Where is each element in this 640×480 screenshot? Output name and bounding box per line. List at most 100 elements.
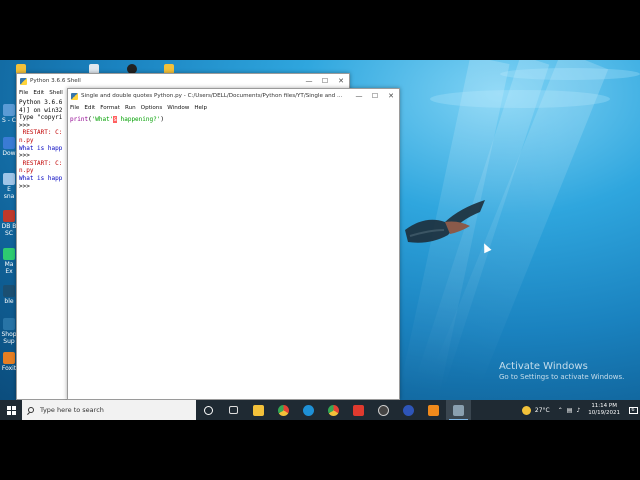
notification-button[interactable]: 6 [626,400,640,420]
notification-count: 6 [631,406,635,413]
desktop-icon-label: Ma Ex [4,261,14,275]
desktop-icon-label: Dow [2,150,16,157]
clock-time: 11:14 PM [591,403,617,409]
app-icon [428,404,439,416]
close-button[interactable]: ✕ [383,89,399,103]
desktop-icon-label: Shop Sup [1,331,17,345]
water-surface [500,68,640,80]
foxit-icon [3,352,15,364]
menu-run[interactable]: Run [125,105,136,111]
menu-edit[interactable]: Edit [84,105,95,111]
weather-temp: 27°C [534,406,550,414]
activation-subtitle: Go to Settings to activate Windows. [499,373,625,381]
sun-icon [521,405,531,415]
shell-titlebar[interactable]: Python 3.6.6 Shell — ☐ ✕ [17,74,349,88]
desktop-icon[interactable]: DB B SC [1,210,17,237]
taskbar-app-obs[interactable] [371,400,396,420]
minimize-button[interactable]: — [301,74,317,88]
minimize-button[interactable]: — [351,89,367,103]
network-icon[interactable]: ▤ [567,407,573,414]
obs-icon [378,404,389,416]
swimmer-image [405,200,485,243]
desktop-icon[interactable]: Shop Sup [1,318,17,345]
search-placeholder: Type here to search [40,406,104,414]
shop-icon [3,318,15,330]
weather-widget[interactable]: 27°C [521,405,550,415]
menu-window[interactable]: Window [167,105,189,111]
editor-title: Single and double quotes Python.py - C:/… [81,93,343,99]
edge-icon [303,404,314,416]
snip-icon [3,173,15,185]
system-tray: 27°C ⌃ ▤ ♪ 11:14 PM 10/19/2021 6 [521,400,640,420]
volume-icon[interactable]: ♪ [576,407,580,414]
excel-icon [3,248,15,260]
editor-titlebar[interactable]: Single and double quotes Python.py - C:/… [68,89,399,103]
app-icon [3,285,15,297]
taskbar-app-idle[interactable] [446,400,471,420]
taskbar-app-edge[interactable] [296,400,321,420]
desktop-icon-label: E sna [3,186,15,200]
maximize-button[interactable]: ☐ [367,89,383,103]
idle-editor-window[interactable]: Single and double quotes Python.py - C:/… [67,88,400,400]
cortana-icon [204,405,213,415]
notification-icon: 6 [628,406,638,414]
desktop-icon[interactable]: Ma Ex [1,248,17,275]
task-view-button[interactable] [196,400,221,420]
code-editor[interactable]: print('What's happening?') [68,113,399,127]
taskbar-app-jf[interactable] [346,400,371,420]
taskbar-search[interactable]: Type here to search [22,400,196,420]
desktop-icon[interactable]: Foxit [1,352,17,372]
python-icon [71,92,78,100]
menu-options[interactable]: Options [141,105,163,111]
desktop-icon-label: DB B SC [1,223,17,237]
code-string: 'What' [91,116,114,123]
task-view-icon [229,406,238,414]
windows-logo-icon [6,405,16,415]
start-button[interactable] [0,400,22,420]
chrome-icon [278,404,289,416]
close-button[interactable]: ✕ [333,74,349,88]
taskbar: Type here to search 27°C ⌃ ▤ ♪ 11:14 PM … [0,400,640,420]
desktop-icon[interactable]: E sna [1,173,17,200]
editor-menubar: File Edit Format Run Options Window Help [68,103,399,113]
db-icon [3,210,15,222]
taskbar-app-vpn[interactable] [396,400,421,420]
idle-icon [453,404,464,416]
desktop-icon-label: S - C [2,117,16,124]
file-explorer-icon [253,404,264,416]
python-icon [20,77,27,85]
menu-file[interactable]: File [19,90,28,96]
chrome-icon [328,404,339,416]
taskbar-app-chrome-2[interactable] [321,400,346,420]
taskbar-app-explorer[interactable] [246,400,271,420]
desktop-icon-label: Foxit [1,365,17,372]
maximize-button[interactable]: ☐ [317,74,333,88]
menu-help[interactable]: Help [194,105,207,111]
water-surface [430,90,610,108]
desktop-icon[interactable]: Dow [1,137,17,157]
shell-title: Python 3.6.6 Shell [30,78,81,84]
code-paren: ) [160,116,164,123]
taskview-button[interactable] [221,400,246,420]
desktop-icon[interactable]: ble [1,285,17,305]
taskbar-app-orange[interactable] [421,400,446,420]
menu-shell[interactable]: Shell [49,90,63,96]
code-string: happening?' [117,116,161,123]
menu-file[interactable]: File [70,105,79,111]
search-icon [28,407,34,413]
clock[interactable]: 11:14 PM 10/19/2021 [588,403,620,417]
menu-format[interactable]: Format [100,105,120,111]
chevron-up-icon[interactable]: ⌃ [558,407,563,414]
activate-windows-watermark: Activate Windows Go to Settings to activ… [499,361,624,381]
screen: S - C Dow E sna DB B SC Ma Ex ble Shop S… [0,60,640,420]
shortcut-icon [3,104,15,116]
vpn-icon [403,404,414,416]
desktop-wallpaper[interactable]: S - C Dow E sna DB B SC Ma Ex ble Shop S… [0,60,640,400]
code-function: print [70,116,89,123]
taskbar-app-chrome[interactable] [271,400,296,420]
menu-edit[interactable]: Edit [33,90,44,96]
download-icon [3,137,15,149]
desktop-icon[interactable]: S - C [1,104,17,124]
desktop-icon-label: ble [4,298,14,305]
activation-title: Activate Windows [499,361,588,372]
